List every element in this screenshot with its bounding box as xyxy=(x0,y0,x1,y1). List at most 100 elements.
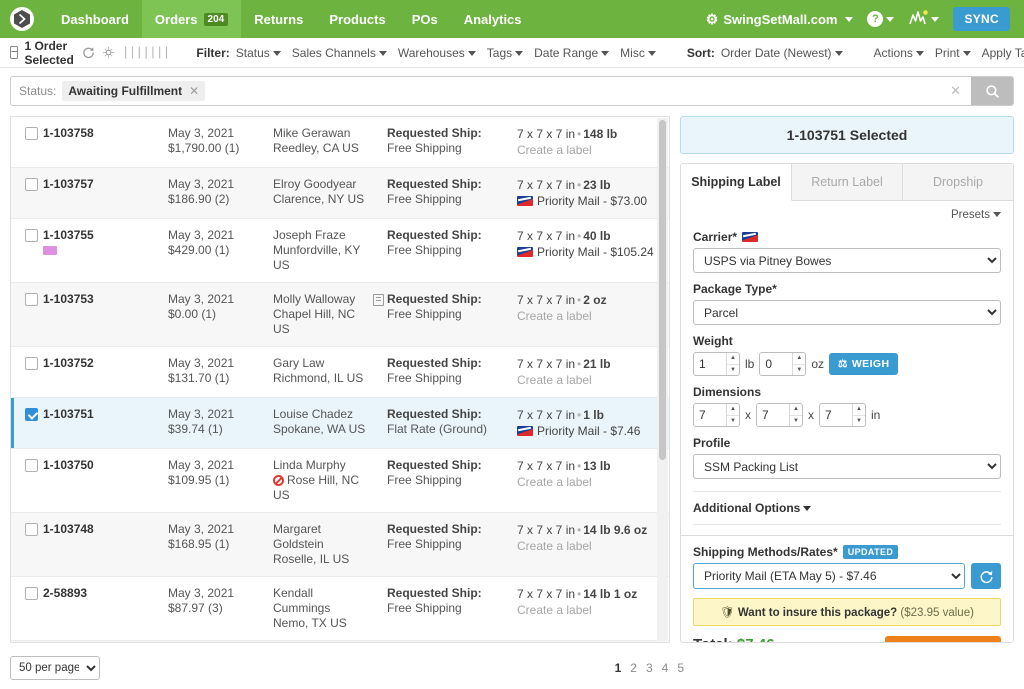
search-box[interactable]: Status: Awaiting Fulfillment ✕ ✕ xyxy=(10,76,1014,106)
row-checkbox-cell[interactable] xyxy=(11,228,43,242)
table-row[interactable]: 1-103757May 3, 2021$186.90 (2)Elroy Good… xyxy=(11,168,669,219)
page-1[interactable]: 1 xyxy=(615,661,622,675)
table-row[interactable]: 2-58892May 3, 2021$278.97 (1)Carrie Barv… xyxy=(11,641,669,642)
search-input[interactable]: Status: Awaiting Fulfillment ✕ xyxy=(11,77,940,105)
package-type-select[interactable]: Parcel xyxy=(693,300,1001,325)
page-4[interactable]: 4 xyxy=(662,661,669,675)
nav-item-products[interactable]: Products xyxy=(316,0,398,38)
dimension-width-stepper[interactable]: ▲▼ xyxy=(756,403,803,427)
nav-item-returns[interactable]: Returns xyxy=(241,0,316,38)
row-checkbox-cell[interactable] xyxy=(11,458,43,472)
table-row[interactable]: 1-103750May 3, 2021$109.95 (1)Linda Murp… xyxy=(11,449,669,513)
row-checkbox-cell[interactable] xyxy=(11,586,43,600)
refresh-rates-icon[interactable] xyxy=(971,563,1001,589)
row-checkbox-cell[interactable] xyxy=(11,126,43,140)
rate-line[interactable]: Priority Mail - $105.24 xyxy=(517,244,669,260)
carrier-select[interactable]: USPS via Pitney Bowes xyxy=(693,248,1001,273)
rate-line[interactable]: Priority Mail - $73.00 xyxy=(517,193,669,209)
filter-tags[interactable]: Tags xyxy=(487,46,523,60)
weigh-button[interactable]: ⚖ WEIGH xyxy=(829,353,898,375)
table-row[interactable]: 1-103751May 3, 2021$39.74 (1)Louise Chad… xyxy=(11,398,669,449)
filter-warehouses[interactable]: Warehouses xyxy=(398,46,476,60)
shipping-rate-select[interactable]: Priority Mail (ETA May 5) - $7.46 xyxy=(693,563,965,589)
additional-options-toggle[interactable]: Additional Options xyxy=(693,492,1001,525)
row-checkbox-cell[interactable] xyxy=(11,522,43,536)
sync-button[interactable]: SYNC xyxy=(953,7,1010,31)
row-checkbox[interactable] xyxy=(25,293,38,306)
stepper-up-icon[interactable]: ▲ xyxy=(853,404,865,416)
shipstation-logo-icon[interactable] xyxy=(10,7,34,31)
status-filter-chip[interactable]: Awaiting Fulfillment ✕ xyxy=(62,81,205,101)
order-id-cell[interactable]: 1-103757 xyxy=(43,177,168,191)
per-page-select[interactable]: 50 per page xyxy=(10,656,100,680)
table-row[interactable]: 1-103752May 3, 2021$131.70 (1)Gary LawRi… xyxy=(11,347,669,398)
clear-search-icon[interactable]: ✕ xyxy=(940,77,971,105)
dimension-length-stepper[interactable]: ▲▼ xyxy=(693,403,740,427)
tab-dropship[interactable]: Dropship xyxy=(903,164,1013,200)
table-row[interactable]: 1-103755May 3, 2021$429.00 (1)Joseph Fra… xyxy=(11,219,669,283)
stepper-down-icon[interactable]: ▼ xyxy=(727,416,739,427)
actions-dropdown[interactable]: Actions xyxy=(874,46,924,60)
weight-oz-stepper[interactable]: ▲▼ xyxy=(759,352,806,376)
rate-line[interactable]: Create a label xyxy=(517,308,669,324)
row-checkbox-cell[interactable] xyxy=(11,292,43,306)
insurance-banner[interactable]: 🛡 Want to insure this package? ($23.95 v… xyxy=(693,598,1001,626)
page-5[interactable]: 5 xyxy=(677,661,684,675)
stepper-down-icon[interactable]: ▼ xyxy=(853,416,865,427)
order-id-cell[interactable]: 1-103755 xyxy=(43,228,168,255)
row-checkbox-cell[interactable] xyxy=(11,407,43,421)
nav-item-analytics[interactable]: Analytics xyxy=(451,0,535,38)
dimension-length-input[interactable] xyxy=(694,404,726,426)
table-row[interactable]: 1-103753May 3, 2021$0.00 (1)Molly Wallow… xyxy=(11,283,669,347)
filter-misc[interactable]: Misc xyxy=(620,46,656,60)
close-icon[interactable]: ✕ xyxy=(189,84,199,98)
create-label-button[interactable]: Create Label xyxy=(885,636,1001,643)
dimension-height-stepper[interactable]: ▲▼ xyxy=(819,403,866,427)
order-id-cell[interactable]: 1-103753 xyxy=(43,292,168,306)
weight-lb-input[interactable] xyxy=(694,353,726,375)
order-id-cell[interactable]: 1-103751 xyxy=(43,407,168,421)
filter-date-range[interactable]: Date Range xyxy=(534,46,609,60)
row-checkbox[interactable] xyxy=(25,408,38,421)
filter-sales-channels[interactable]: Sales Channels xyxy=(292,46,387,60)
order-id-cell[interactable]: 1-103758 xyxy=(43,126,168,140)
dimension-height-input[interactable] xyxy=(820,404,852,426)
stepper-down-icon[interactable]: ▼ xyxy=(790,416,802,427)
search-icon[interactable] xyxy=(971,77,1013,105)
row-checkbox[interactable] xyxy=(25,127,38,140)
combine-split-icon[interactable] xyxy=(102,46,115,59)
page-3[interactable]: 3 xyxy=(646,661,653,675)
profile-select[interactable]: SSM Packing List xyxy=(693,454,1001,479)
stepper-up-icon[interactable]: ▲ xyxy=(727,404,739,416)
rate-line[interactable]: Create a label xyxy=(517,538,669,554)
table-row[interactable]: 1-103758May 3, 2021$1,790.00 (1)Mike Ger… xyxy=(11,117,669,168)
barcode-icon[interactable]: ||||||| xyxy=(122,45,170,60)
rate-line[interactable]: Create a label xyxy=(517,142,669,158)
weight-lb-stepper[interactable]: ▲▼ xyxy=(693,352,740,376)
refresh-icon[interactable] xyxy=(82,46,95,59)
stepper-down-icon[interactable]: ▼ xyxy=(793,365,805,376)
stepper-up-icon[interactable]: ▲ xyxy=(793,353,805,365)
row-checkbox[interactable] xyxy=(25,357,38,370)
page-2[interactable]: 2 xyxy=(630,661,637,675)
rate-line[interactable]: Create a label xyxy=(517,474,669,490)
sort-dropdown[interactable]: Order Date (Newest) xyxy=(721,46,843,60)
filter-status[interactable]: Status xyxy=(236,46,281,60)
stepper-up-icon[interactable]: ▲ xyxy=(790,404,802,416)
weight-oz-input[interactable] xyxy=(760,353,792,375)
dimension-width-input[interactable] xyxy=(757,404,789,426)
nav-item-pos[interactable]: POs xyxy=(399,0,451,38)
tab-shipping-label[interactable]: Shipping Label xyxy=(681,164,792,201)
deselect-all-icon[interactable]: − xyxy=(10,46,18,59)
stepper-arrows[interactable]: ▲▼ xyxy=(726,404,739,426)
order-id-cell[interactable]: 1-103748 xyxy=(43,522,168,536)
account-menu[interactable]: ⚙ SwingSetMall.com xyxy=(706,11,854,28)
order-id-cell[interactable]: 1-103750 xyxy=(43,458,168,472)
orders-scrollbar[interactable] xyxy=(657,118,668,641)
row-checkbox[interactable] xyxy=(25,178,38,191)
order-id-cell[interactable]: 1-103752 xyxy=(43,356,168,370)
help-menu[interactable]: ? xyxy=(867,11,894,27)
order-id-cell[interactable]: 2-58893 xyxy=(43,586,168,600)
presets-dropdown[interactable]: Presets xyxy=(693,209,1001,221)
rate-line[interactable]: Priority Mail - $7.46 xyxy=(517,423,669,439)
